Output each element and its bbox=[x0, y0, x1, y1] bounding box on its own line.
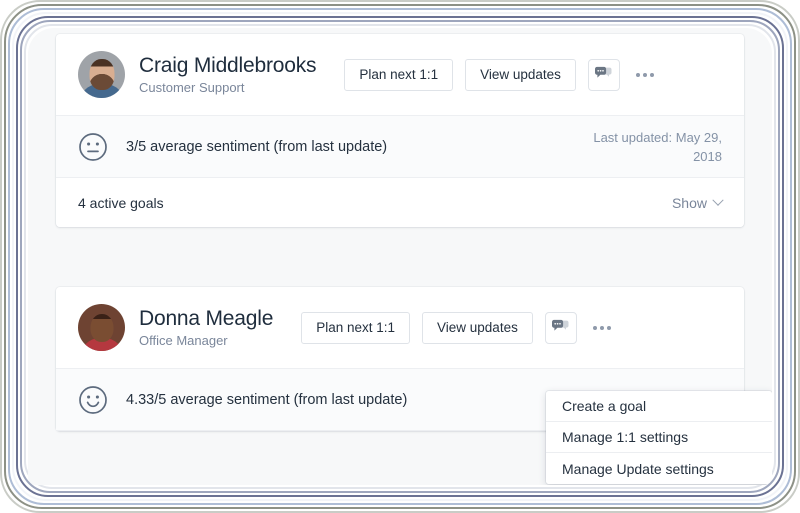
person-identity: Donna Meagle Office Manager bbox=[139, 306, 273, 350]
menu-item-create-a-goal[interactable]: Create a goal bbox=[546, 391, 772, 422]
chevron-down-icon bbox=[712, 194, 724, 206]
happy-face-icon bbox=[78, 385, 108, 415]
goals-row: 4 active goals Show bbox=[56, 178, 744, 227]
view-updates-button[interactable]: View updates bbox=[422, 311, 533, 344]
kebab-dot bbox=[606, 325, 611, 330]
last-updated-text: Last updated: May 29, 2018 bbox=[593, 129, 722, 164]
menu-item-manage-update-settings[interactable]: Manage Update settings bbox=[546, 453, 772, 484]
show-goals-toggle[interactable]: Show bbox=[671, 194, 724, 211]
plan-next-one-on-one-button[interactable]: Plan next 1:1 bbox=[344, 58, 454, 91]
chat-button[interactable] bbox=[544, 311, 577, 344]
avatar bbox=[78, 51, 125, 98]
sentiment-row: 3/5 average sentiment (from last update)… bbox=[56, 116, 744, 178]
decorative-frame: Craig Middlebrooks Customer Support Plan… bbox=[0, 0, 800, 513]
person-name: Craig Middlebrooks bbox=[139, 53, 317, 77]
sentiment-text: 3/5 average sentiment (from last update) bbox=[126, 138, 388, 155]
plan-next-one-on-one-button[interactable]: Plan next 1:1 bbox=[301, 311, 411, 344]
active-goals-count: 4 active goals bbox=[78, 194, 164, 211]
speech-bubbles-icon bbox=[595, 66, 612, 83]
chat-button[interactable] bbox=[587, 58, 620, 91]
app-viewport: Craig Middlebrooks Customer Support Plan… bbox=[28, 28, 772, 485]
person-role: Office Manager bbox=[139, 332, 228, 348]
view-updates-button[interactable]: View updates bbox=[465, 58, 576, 91]
menu-item-manage-one-on-one-settings[interactable]: Manage 1:1 settings bbox=[546, 422, 772, 453]
more-options-menu: Create a goal Manage 1:1 settings Manage… bbox=[546, 391, 772, 484]
more-options-button[interactable] bbox=[630, 62, 660, 88]
kebab-dot bbox=[592, 325, 597, 330]
person-identity: Craig Middlebrooks Customer Support bbox=[139, 53, 317, 97]
avatar bbox=[78, 304, 125, 351]
card-actions: Plan next 1:1 View updates bbox=[301, 311, 617, 344]
kebab-dot bbox=[649, 72, 654, 77]
kebab-dot bbox=[599, 325, 604, 330]
card-actions: Plan next 1:1 View updates bbox=[344, 58, 660, 91]
person-card: Craig Middlebrooks Customer Support Plan… bbox=[56, 34, 744, 227]
person-name: Donna Meagle bbox=[139, 306, 274, 330]
kebab-dot bbox=[642, 72, 647, 77]
more-options-button[interactable] bbox=[587, 315, 617, 341]
speech-bubbles-icon bbox=[552, 319, 569, 336]
kebab-dot bbox=[635, 72, 640, 77]
show-goals-label: Show bbox=[671, 194, 707, 211]
person-header-row: Donna Meagle Office Manager Plan next 1:… bbox=[56, 287, 744, 369]
person-role: Customer Support bbox=[139, 79, 245, 95]
neutral-face-icon bbox=[78, 132, 108, 162]
person-header-row: Craig Middlebrooks Customer Support Plan… bbox=[56, 34, 744, 116]
